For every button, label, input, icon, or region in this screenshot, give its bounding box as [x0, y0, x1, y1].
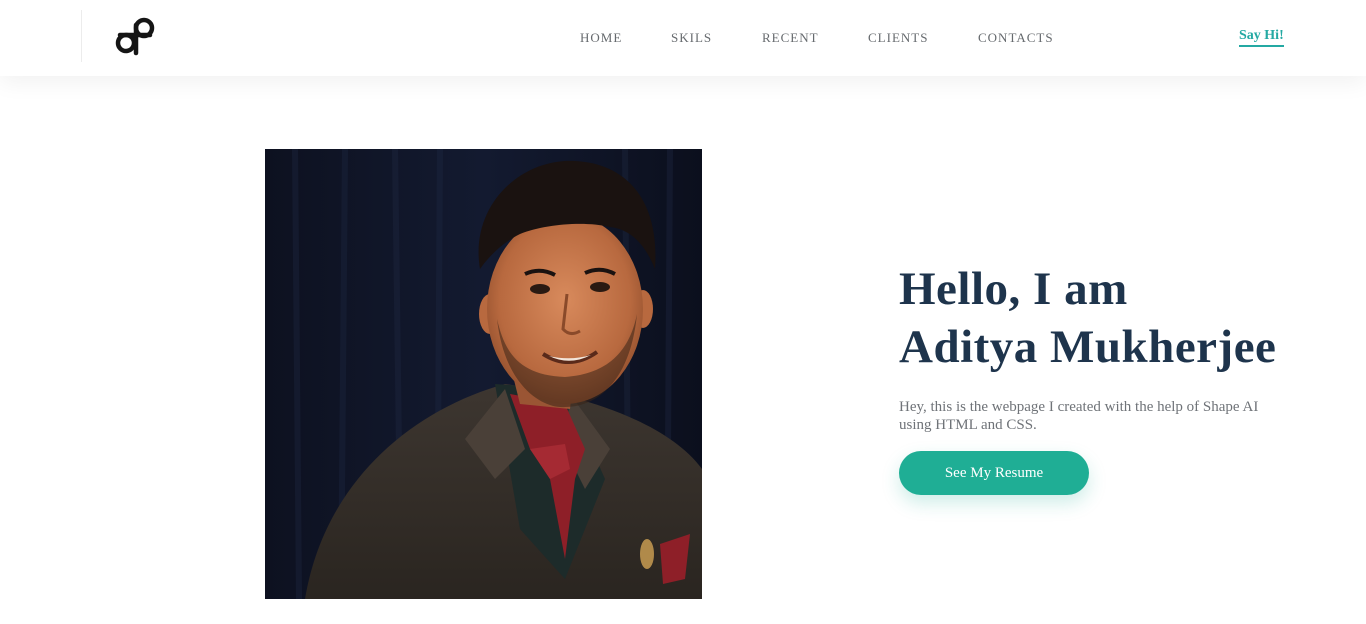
nav-recent[interactable]: RECENT: [762, 30, 819, 46]
hero-title-line-2: Aditya Mukherjee: [899, 321, 1277, 373]
hero-text: Hello, I am Aditya Mukherjee Hey, this i…: [899, 260, 1319, 495]
main-nav: HOME SKILS RECENT CLIENTS CONTACTS: [0, 0, 1366, 76]
see-resume-button[interactable]: See My Resume: [899, 451, 1089, 495]
profile-photo: [265, 149, 702, 599]
hero-description: Hey, this is the webpage I created with …: [899, 399, 1259, 433]
say-hi-link[interactable]: Say Hi!: [1239, 28, 1284, 47]
nav-home[interactable]: HOME: [580, 30, 622, 46]
page: HOME SKILS RECENT CLIENTS CONTACTS Say H…: [0, 0, 1366, 624]
nav-clients[interactable]: CLIENTS: [868, 30, 928, 46]
hero-title: Hello, I am Aditya Mukherjee: [899, 260, 1319, 376]
site-header: HOME SKILS RECENT CLIENTS CONTACTS Say H…: [0, 0, 1366, 76]
nav-contacts[interactable]: CONTACTS: [978, 30, 1054, 46]
nav-skils[interactable]: SKILS: [671, 30, 712, 46]
hero-title-line-1: Hello, I am: [899, 263, 1128, 315]
